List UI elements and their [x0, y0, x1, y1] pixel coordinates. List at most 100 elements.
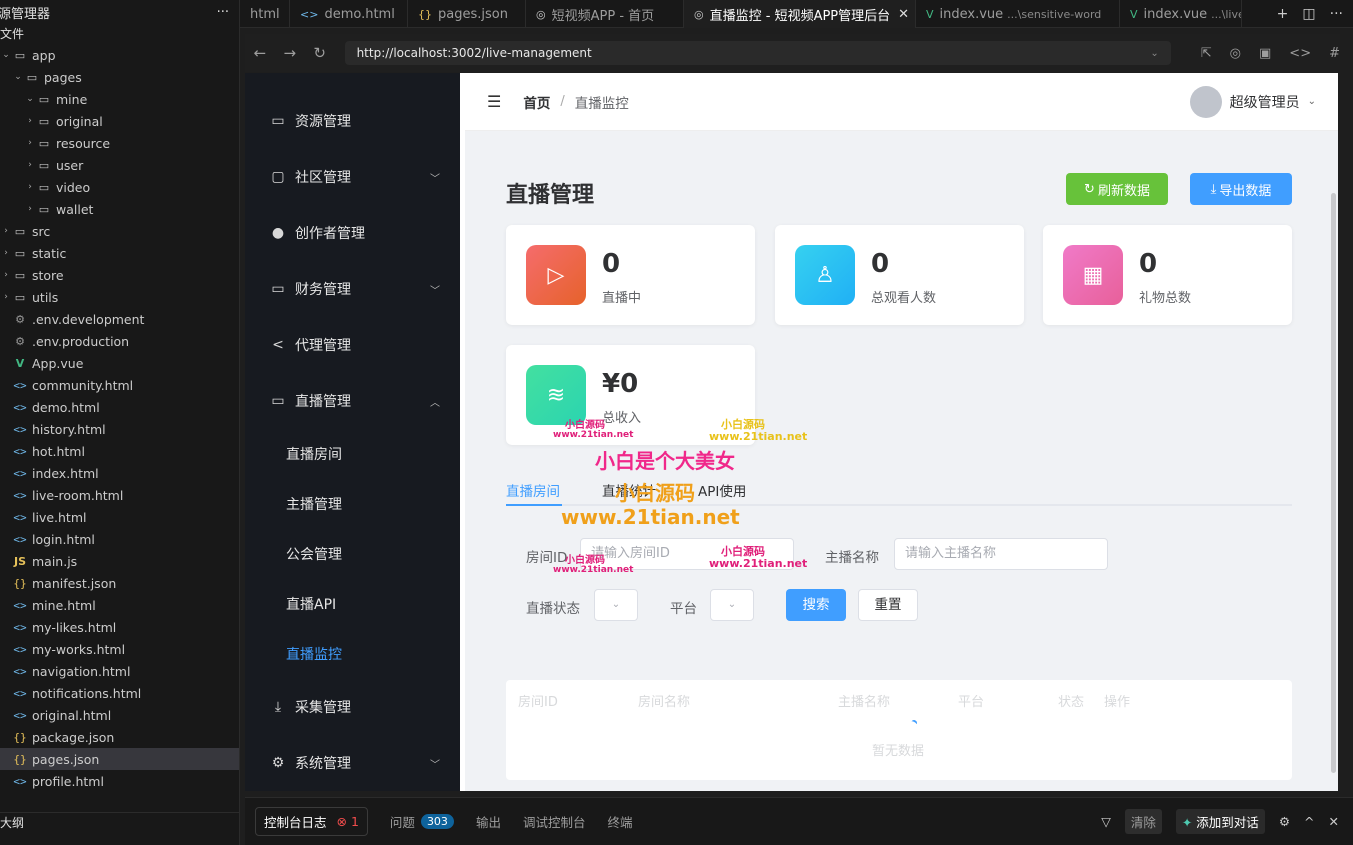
tab-live-stats[interactable]: 直播统计	[602, 480, 656, 500]
editor-tab[interactable]: <> demo.html	[290, 0, 408, 28]
editor-tab[interactable]: {} pages.json	[408, 0, 526, 28]
hash-icon[interactable]: #	[1329, 46, 1340, 61]
sidebar-menu-item[interactable]: ⤓ 采集管理	[245, 679, 460, 735]
reload-icon[interactable]: ↻	[305, 44, 335, 62]
editor-tab[interactable]: ◎ 短视频APP - 首页	[526, 0, 684, 28]
more-icon[interactable]: ···	[1330, 6, 1343, 22]
editor-tab[interactable]: html	[240, 0, 290, 28]
tree-file[interactable]: <> login.html	[0, 528, 239, 550]
search-button[interactable]: 搜索	[786, 589, 846, 621]
sidebar-submenu-item[interactable]: 主播管理	[245, 479, 460, 529]
record-icon[interactable]: ◎	[1230, 46, 1241, 61]
tree-file[interactable]: <> community.html	[0, 374, 239, 396]
tree-file[interactable]: <> my-works.html	[0, 638, 239, 660]
platform-select[interactable]: ⌄	[710, 589, 754, 621]
tree-file[interactable]: <> history.html	[0, 418, 239, 440]
sidebar-menu-item[interactable]: < 代理管理	[245, 317, 460, 373]
settings-icon[interactable]: ⚙	[1279, 814, 1290, 829]
tree-file[interactable]: {} pages.json	[0, 748, 239, 770]
code-icon[interactable]: <>	[1289, 46, 1311, 61]
add-to-chat-button[interactable]: ✦ 添加到对话	[1175, 809, 1265, 834]
chevron-right-icon[interactable]: ›	[0, 248, 12, 258]
room-id-input[interactable]: 请输入房间ID	[580, 538, 794, 570]
anchor-name-input[interactable]: 请输入主播名称	[894, 538, 1108, 570]
chevron-up-icon[interactable]: ^	[1304, 814, 1314, 829]
tree-file[interactable]: <> live.html	[0, 506, 239, 528]
sidebar-menu-item[interactable]: ▭ 财务管理 ﹀	[245, 261, 460, 317]
editor-tab[interactable]: ◎ 直播监控 - 短视频APP管理后台 ✕	[684, 0, 916, 28]
sidebar-submenu-item[interactable]: 公会管理	[245, 529, 460, 579]
chevron-down-icon[interactable]: ⌄	[12, 72, 24, 82]
tree-folder[interactable]: › ▭ store	[0, 264, 239, 286]
tree-file[interactable]: <> index.html	[0, 462, 239, 484]
tree-file[interactable]: <> profile.html	[0, 770, 239, 792]
debug-console-tab[interactable]: 调试控制台	[523, 812, 586, 831]
tree-file[interactable]: <> live-room.html	[0, 484, 239, 506]
console-log-tab[interactable]: 控制台日志 ⊗ 1	[255, 807, 368, 836]
url-bar[interactable]: http://localhost:3002/live-management ⌄	[344, 41, 1171, 65]
close-icon[interactable]: ✕	[1329, 814, 1339, 829]
breadcrumb-home[interactable]: 首页	[523, 92, 550, 112]
tree-file[interactable]: <> mine.html	[0, 594, 239, 616]
tree-file[interactable]: ⚙ .env.development	[0, 308, 239, 330]
close-icon[interactable]: ✕	[898, 7, 909, 22]
tree-folder[interactable]: › ▭ resource	[0, 132, 239, 154]
chevron-down-icon[interactable]: ⌄	[1150, 48, 1158, 59]
tree-folder[interactable]: › ▭ video	[0, 176, 239, 198]
export-data-button[interactable]: ⤓ 导出数据	[1190, 173, 1292, 205]
tree-file[interactable]: <> notifications.html	[0, 682, 239, 704]
editor-tab[interactable]: Vindex.vue ...\sensitive-word	[916, 0, 1120, 28]
tree-file[interactable]: <> demo.html	[0, 396, 239, 418]
tree-file[interactable]: <> hot.html	[0, 440, 239, 462]
more-icon[interactable]: ···	[217, 5, 229, 20]
sidebar-submenu-item[interactable]: 直播监控	[245, 629, 460, 679]
chevron-right-icon[interactable]: ›	[24, 160, 36, 170]
tree-file[interactable]: <> navigation.html	[0, 660, 239, 682]
tree-folder[interactable]: › ▭ user	[0, 154, 239, 176]
chevron-right-icon[interactable]: ›	[0, 270, 12, 280]
clear-button[interactable]: 清除	[1124, 809, 1162, 834]
terminal-tab[interactable]: 终端	[607, 812, 632, 831]
screenshot-icon[interactable]: ▣	[1259, 46, 1271, 61]
files-section-header[interactable]: 文件	[0, 24, 239, 44]
add-tab-icon[interactable]: +	[1277, 6, 1289, 22]
split-editor-icon[interactable]: ◫	[1302, 6, 1315, 22]
problems-tab[interactable]: 问题 303	[390, 812, 454, 831]
refresh-data-button[interactable]: ↻ 刷新数据	[1066, 173, 1168, 205]
sidebar-submenu-item[interactable]: 直播API	[245, 579, 460, 629]
chevron-down-icon[interactable]: ⌄	[24, 94, 36, 104]
tree-folder[interactable]: › ▭ utils	[0, 286, 239, 308]
output-tab[interactable]: 输出	[476, 812, 501, 831]
forward-icon[interactable]: →	[275, 44, 305, 62]
chevron-right-icon[interactable]: ›	[0, 292, 12, 302]
sidebar-menu-item[interactable]: ● 创作者管理	[245, 205, 460, 261]
tree-folder[interactable]: ⌄ ▭ app	[0, 44, 239, 66]
tab-live-rooms[interactable]: 直播房间	[506, 480, 560, 500]
chevron-right-icon[interactable]: ›	[24, 138, 36, 148]
tree-folder[interactable]: › ▭ original	[0, 110, 239, 132]
back-icon[interactable]: ←	[245, 44, 275, 62]
tree-file[interactable]: V App.vue	[0, 352, 239, 374]
tree-folder[interactable]: › ▭ static	[0, 242, 239, 264]
tree-folder[interactable]: ⌄ ▭ pages	[0, 66, 239, 88]
sidebar-submenu-item[interactable]: 直播房间	[245, 429, 460, 479]
tree-folder[interactable]: ⌄ ▭ mine	[0, 88, 239, 110]
chevron-down-icon[interactable]: ⌄	[0, 50, 12, 60]
tree-folder[interactable]: › ▭ wallet	[0, 198, 239, 220]
live-status-select[interactable]: ⌄	[594, 589, 638, 621]
scrollbar[interactable]	[1331, 193, 1336, 773]
tree-file[interactable]: JS main.js	[0, 550, 239, 572]
filter-icon[interactable]: ▽	[1101, 814, 1111, 829]
user-dropdown[interactable]: 超级管理员 ⌄	[1189, 85, 1316, 118]
reset-button[interactable]: 重置	[858, 589, 918, 621]
sidebar-menu-item[interactable]: ⚙ 系统管理 ﹀	[245, 735, 460, 791]
editor-tab[interactable]: Vindex.vue ...\live	[1120, 0, 1242, 28]
tree-file[interactable]: {} manifest.json	[0, 572, 239, 594]
tree-folder[interactable]: › ▭ src	[0, 220, 239, 242]
hamburger-icon[interactable]: ☰	[487, 92, 501, 111]
sidebar-menu-item[interactable]: ▢ 社区管理 ﹀	[245, 149, 460, 205]
tree-file[interactable]: {} package.json	[0, 726, 239, 748]
sidebar-menu-item[interactable]: ▭ 直播管理 ︿	[245, 373, 460, 429]
tree-file[interactable]: ⚙ .env.production	[0, 330, 239, 352]
tree-file[interactable]: <> my-likes.html	[0, 616, 239, 638]
